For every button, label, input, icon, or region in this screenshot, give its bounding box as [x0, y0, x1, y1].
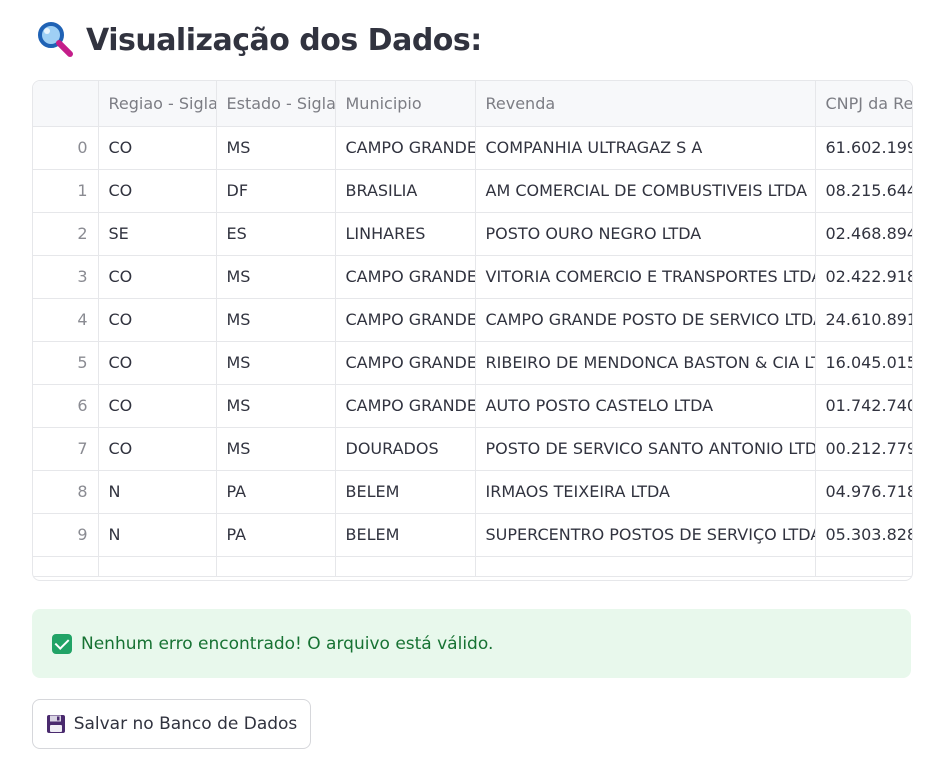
table-cell[interactable]: LINHARES	[335, 212, 476, 256]
column-header-cnpj[interactable]: CNPJ da Rev	[815, 81, 912, 127]
table-row: 8 N PA BELEM IRMAOS TEIXEIRA LTDA 04.976…	[33, 470, 912, 514]
floppy-disk-icon	[46, 714, 66, 734]
page-header: Visualização dos Dados:	[36, 18, 482, 62]
table-cell[interactable]: BRASILIA	[335, 169, 476, 213]
table-cell[interactable]: 02.468.894/	[815, 212, 912, 256]
data-table: Regiao - Sigla Estado - Sigla Municipio …	[33, 81, 912, 577]
table-cell[interactable]: CO	[98, 427, 217, 471]
table-cell[interactable]: 16.045.015/	[815, 341, 912, 385]
column-header-estado[interactable]: Estado - Sigla	[216, 81, 336, 127]
table-cell[interactable]: CAMPO GRANDE	[335, 384, 476, 428]
table-row: 0 CO MS CAMPO GRANDE COMPANHIA ULTRAGAZ …	[33, 126, 912, 170]
magnifying-glass-icon	[36, 20, 76, 60]
table-cell[interactable]: CAMPO GRANDE	[335, 126, 476, 170]
table-cell[interactable]: AM COMERCIAL DE COMBUSTIVEIS LTDA	[475, 169, 816, 213]
table-cell[interactable]: 24.610.891/	[815, 298, 912, 342]
check-box-icon	[52, 633, 72, 654]
table-cell[interactable]: 05.303.828/	[815, 513, 912, 557]
table-cell[interactable]: CAMPO GRANDE	[335, 298, 476, 342]
table-cell[interactable]: DOURADOS	[335, 427, 476, 471]
table-cell[interactable]: MS	[216, 341, 336, 385]
table-cell[interactable]: 02.422.918/	[815, 255, 912, 299]
table-cell[interactable]: N	[98, 513, 217, 557]
table-cell[interactable]: CO	[98, 341, 217, 385]
table-cell[interactable]: CO	[98, 169, 217, 213]
table-cell[interactable]: POSTO OURO NEGRO LTDA	[475, 212, 816, 256]
success-alert: Nenhum erro encontrado! O arquivo está v…	[32, 609, 911, 678]
row-index-cell[interactable]: 3	[33, 255, 99, 299]
column-header-revenda[interactable]: Revenda	[475, 81, 816, 127]
row-index-cell[interactable]: 4	[33, 298, 99, 342]
table-cell[interactable]: 01.742.740/	[815, 384, 912, 428]
table-cell[interactable]: POSTO DE SERVICO SANTO ANTONIO LTDA	[475, 427, 816, 471]
column-header-municipio[interactable]: Municipio	[335, 81, 476, 127]
table-row: 5 CO MS CAMPO GRANDE RIBEIRO DE MENDONCA…	[33, 341, 912, 385]
row-index-cell[interactable]: 2	[33, 212, 99, 256]
table-cell	[33, 556, 99, 577]
page-title: Visualização dos Dados:	[86, 22, 482, 58]
row-index-cell[interactable]: 8	[33, 470, 99, 514]
row-index-cell[interactable]: 6	[33, 384, 99, 428]
table-cell	[335, 556, 476, 577]
save-button-label: Salvar no Banco de Dados	[73, 714, 298, 734]
column-header-regiao[interactable]: Regiao - Sigla	[98, 81, 217, 127]
table-cell[interactable]: CAMPO GRANDE	[335, 341, 476, 385]
table-cell[interactable]: PA	[216, 513, 336, 557]
table-cell[interactable]: 00.212.779/	[815, 427, 912, 471]
table-cell[interactable]: MS	[216, 126, 336, 170]
table-cell[interactable]: CAMPO GRANDE POSTO DE SERVICO LTDA	[475, 298, 816, 342]
table-cell[interactable]: 04.976.718/	[815, 470, 912, 514]
alert-message: Nenhum erro encontrado! O arquivo está v…	[81, 633, 494, 654]
table-cell[interactable]: MS	[216, 384, 336, 428]
table-cell[interactable]: CO	[98, 384, 217, 428]
row-index-cell[interactable]: 5	[33, 341, 99, 385]
column-header-index[interactable]	[33, 81, 99, 127]
save-to-database-button[interactable]: Salvar no Banco de Dados	[32, 699, 311, 749]
table-cell[interactable]: MS	[216, 427, 336, 471]
table-cell[interactable]: VITORIA COMERCIO E TRANSPORTES LTDA.	[475, 255, 816, 299]
data-table-container[interactable]: Regiao - Sigla Estado - Sigla Municipio …	[32, 80, 913, 581]
table-cell[interactable]: RIBEIRO DE MENDONCA BASTON & CIA LTDA	[475, 341, 816, 385]
row-index-cell[interactable]: 0	[33, 126, 99, 170]
table-row: 7 CO MS DOURADOS POSTO DE SERVICO SANTO …	[33, 427, 912, 471]
table-cell[interactable]: ES	[216, 212, 336, 256]
table-row: 1 CO DF BRASILIA AM COMERCIAL DE COMBUST…	[33, 169, 912, 213]
table-cell[interactable]: CAMPO GRANDE	[335, 255, 476, 299]
table-cell	[98, 556, 217, 577]
table-cell	[475, 556, 816, 577]
table-cell[interactable]: BELEM	[335, 513, 476, 557]
table-cell[interactable]: IRMAOS TEIXEIRA LTDA	[475, 470, 816, 514]
table-cell[interactable]: SUPERCENTRO POSTOS DE SERVIÇO LTDA	[475, 513, 816, 557]
table-header-row: Regiao - Sigla Estado - Sigla Municipio …	[33, 81, 912, 127]
table-cell[interactable]: MS	[216, 298, 336, 342]
table-cell	[216, 556, 336, 577]
table-row: 2 SE ES LINHARES POSTO OURO NEGRO LTDA 0…	[33, 212, 912, 256]
table-cell[interactable]: AUTO POSTO CASTELO LTDA	[475, 384, 816, 428]
table-cell[interactable]: COMPANHIA ULTRAGAZ S A	[475, 126, 816, 170]
row-index-cell[interactable]: 7	[33, 427, 99, 471]
table-cell[interactable]: MS	[216, 255, 336, 299]
table-cell[interactable]: 08.215.644/	[815, 169, 912, 213]
table-cell[interactable]: DF	[216, 169, 336, 213]
table-row: 6 CO MS CAMPO GRANDE AUTO POSTO CASTELO …	[33, 384, 912, 428]
table-row: 9 N PA BELEM SUPERCENTRO POSTOS DE SERVI…	[33, 513, 912, 557]
row-index-cell[interactable]: 9	[33, 513, 99, 557]
table-row: 4 CO MS CAMPO GRANDE CAMPO GRANDE POSTO …	[33, 298, 912, 342]
table-cell[interactable]: BELEM	[335, 470, 476, 514]
table-cell[interactable]: CO	[98, 126, 217, 170]
table-cell[interactable]: PA	[216, 470, 336, 514]
table-cell[interactable]: N	[98, 470, 217, 514]
table-cell	[815, 556, 912, 577]
table-row: 3 CO MS CAMPO GRANDE VITORIA COMERCIO E …	[33, 255, 912, 299]
table-cell[interactable]: 61.602.199/	[815, 126, 912, 170]
table-cell[interactable]: CO	[98, 255, 217, 299]
table-cell[interactable]: CO	[98, 298, 217, 342]
row-index-cell[interactable]: 1	[33, 169, 99, 213]
table-cell[interactable]: SE	[98, 212, 217, 256]
table-row-partial	[33, 556, 912, 577]
